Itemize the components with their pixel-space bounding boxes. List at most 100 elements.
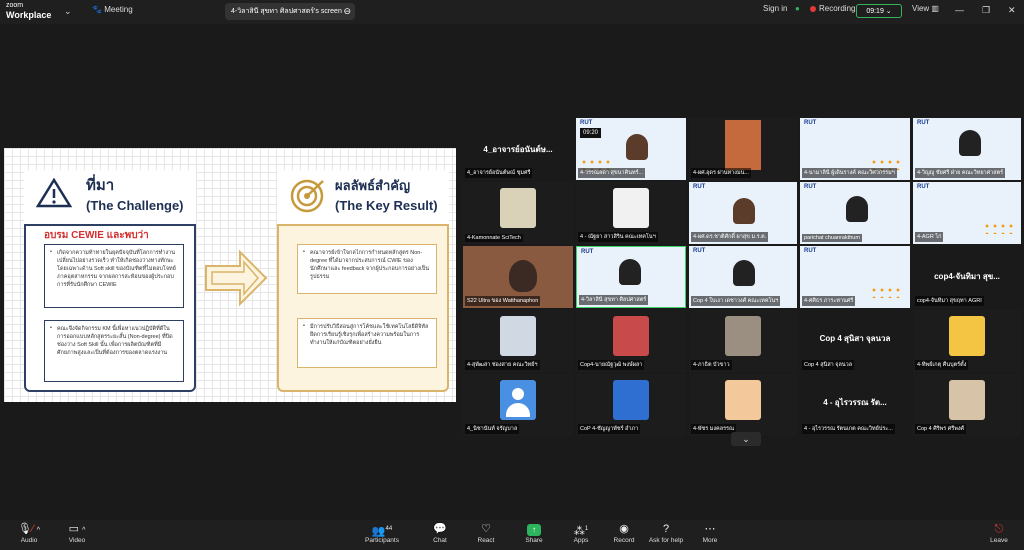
default-avatar-icon — [500, 380, 536, 420]
chat-label: Chat — [433, 537, 447, 544]
recording-dot-icon — [810, 5, 816, 12]
participant-photo — [500, 316, 536, 356]
challenge-header: ที่มา (The Challenge) — [24, 170, 196, 226]
participant-tile[interactable]: Cop 4 สุนิสา จุลนวล Cop 4 สุนิสา จุลนวล — [800, 310, 910, 372]
view-button[interactable]: View ▥ — [912, 4, 939, 13]
screen-share-tab[interactable]: 4-วิลาสินี สุขทา ศิลปศาสตร์'s screen ⊖ — [225, 3, 355, 20]
participant-name: 4-ผศ.ดร.ชาติศักดิ์ ผาสุข ม.ร.ต. — [691, 232, 769, 242]
rut-logo: RUT — [917, 120, 930, 126]
challenge-red-title: อบรม CEWIE และพบว่า — [44, 230, 149, 241]
recording-indicator[interactable]: Recording — [810, 4, 855, 13]
key-result-title-en: (The Key Result) — [335, 198, 438, 213]
participant-tile[interactable]: CoP 4-ชัญญาพัชร์ อำภา — [576, 374, 686, 436]
participant-tile[interactable]: 4_อาจารย์อนันต์ษ... 4_อาจารย์อนันต์ษณ์ ช… — [463, 118, 573, 180]
audio-button[interactable]: 🎙⁄ ^ Audio — [4, 522, 54, 544]
face-icon — [733, 198, 755, 224]
participant-photo — [613, 316, 649, 356]
paw-icon: 🐾 — [92, 5, 102, 14]
challenge-item-2: คณะจึงจัดกิจกรรม KM นี้เพื่อหาแนวปฏิบัติ… — [44, 320, 184, 382]
participant-video — [509, 260, 537, 292]
zoom-logo: zoom Workplace — [6, 2, 51, 20]
participant-photo — [500, 188, 536, 228]
participant-big-name: cop4-จันทิมา สุข... — [934, 272, 1000, 281]
participant-name: 4-นามาลินี ผู้เดินรางค์ คณะวิศวกรรมฯ — [802, 168, 897, 178]
right-arrow-icon — [205, 249, 268, 307]
screen-share-label: 4-วิลาสินี สุขทา ศิลปศาสตร์'s screen — [231, 8, 342, 15]
close-icon[interactable]: ✕ — [1008, 5, 1016, 16]
top-bar: zoom Workplace ⌄ 🐾 Meeting 4-วิลาสินี สุ… — [0, 0, 1024, 24]
brand-line1: zoom — [6, 2, 24, 9]
participant-tile[interactable]: cop4-จันทิมา สุข... cop4-จันทิมา สุขฤทา … — [913, 246, 1021, 308]
signin-button[interactable]: Sign in — [763, 4, 787, 13]
face-icon — [846, 196, 868, 222]
restore-icon[interactable]: ❐ — [982, 5, 990, 16]
participant-tile[interactable]: S22 Ultra ของ Watthanaphon — [463, 246, 573, 308]
chevron-down-icon[interactable]: ⌄ — [731, 432, 761, 446]
rut-logo: RUT — [804, 248, 817, 254]
face-icon — [959, 130, 981, 156]
key-result-item-2: มีการปรับวิธีสอนสู่การโค้ชและใช้เทคโนโลย… — [297, 318, 437, 368]
key-result-header: ผลลัพธ์สำคัญ (The Key Result) — [277, 170, 449, 226]
mic-muted-icon: 🎙⁄ ^ — [17, 523, 41, 535]
bottom-toolbar: 🎙⁄ ^ Audio ▭ ^ Video 👥44 Participants 💬 … — [0, 520, 1024, 550]
warning-icon — [35, 177, 73, 208]
chat-icon: 💬 — [433, 523, 447, 535]
participant-tile[interactable]: RUT parichat chuanrakthum — [800, 182, 910, 244]
participant-tile[interactable]: 4-Kamonnate SciTech — [463, 182, 573, 244]
participant-tile-active-speaker[interactable]: RUT 4-วิลาสินี สุขทา ศิลปศาสตร์ — [576, 246, 686, 308]
participant-tile[interactable]: RUT 09:20 4-วรรณลดา สุขนาคินทร์... — [576, 118, 686, 180]
participant-name: 4-ทิพย์เกตุ คืนบุตร์ตั้ง — [915, 360, 969, 370]
face-icon — [733, 260, 755, 286]
ask-for-help-label: Ask for help — [648, 537, 684, 544]
participant-tile[interactable]: RUT 4-ศศิธร ภาระทานศรี — [800, 246, 910, 308]
participant-tile[interactable]: RUT Cop 4 ใบเงา เดชาวงศ์ คณะเทคโนฯ — [689, 246, 797, 308]
more-options-icon[interactable]: ⊖ — [343, 6, 351, 17]
participant-tile[interactable]: RUT 4-ผศ.ดร.ชาติศักดิ์ ผาสุข ม.ร.ต. — [689, 182, 797, 244]
shield-check-icon[interactable]: ● — [795, 4, 800, 13]
apps-label: Apps — [573, 537, 589, 544]
leave-label: Leave — [990, 537, 1008, 544]
key-result-item-1: คณาจารย์เข้าใจกลไกการกำหนดหลักสูตร Non-d… — [297, 244, 437, 294]
share-label: Share — [525, 537, 543, 544]
participant-big-name: Cop 4 สุนิสา จุลนวล — [819, 334, 891, 343]
meeting-timer[interactable]: 09:19 ⌄ — [856, 4, 902, 18]
participant-tile[interactable]: Cop4-นายณัฐวุฒิ พงษ์ผลา — [576, 310, 686, 372]
participant-tile[interactable]: RUT 4-นามาลินี ผู้เดินรางค์ คณะวิศวกรรมฯ — [800, 118, 910, 180]
participants-count: 44 — [385, 526, 393, 532]
participant-tile[interactable]: 4-ผศ.อุดร ผ่านทางมน... — [689, 118, 797, 180]
participants-button[interactable]: 👥44 Participants — [357, 522, 407, 544]
participant-tile[interactable]: RUT 4-AGR ไก่ — [913, 182, 1021, 244]
leave-button[interactable]: ⎋ Leave — [974, 522, 1024, 544]
participant-photo — [613, 188, 649, 228]
participant-tile[interactable]: 4_นิชานันท์ จรัญบาล — [463, 374, 573, 436]
participant-name: 4 - ณัฐยา สาวสิริน คณะเทคโนฯ — [578, 232, 658, 242]
participant-tile[interactable]: RUT 4-วิญญู ชัยศรี ฝ่าย คณะวิทยาศาสตร์ — [913, 118, 1021, 180]
challenge-item-1: เกิดจากความท้าทายในยุคปัจจุบันที่โลกการท… — [44, 244, 184, 308]
participant-tile[interactable]: 4-ภาธิต บัวขาว — [689, 310, 797, 372]
brand-line2: Workplace — [6, 10, 52, 20]
participant-tile[interactable]: 4 - ณัฐยา สาวสิริน คณะเทคโนฯ — [576, 182, 686, 244]
camera-icon: ▭ ^ — [68, 523, 86, 535]
react-button[interactable]: ♡ React — [461, 522, 511, 544]
shared-slide: ที่มา (The Challenge) อบรม CEWIE และพบว่… — [4, 148, 456, 402]
participant-name: Cop 4 สุนิสา จุลนวล — [802, 360, 855, 370]
chat-button[interactable]: 💬 Chat — [415, 522, 465, 544]
participant-tile[interactable]: Cop 4 ศิริพร ศรีพงศ์ — [913, 374, 1021, 436]
react-label: React — [477, 537, 495, 544]
share-button[interactable]: ↑ Share — [509, 522, 559, 544]
video-button[interactable]: ▭ ^ Video — [52, 522, 102, 544]
participant-name: 4-ศศิธร ภาระทานศรี — [802, 296, 856, 306]
more-button[interactable]: ⋯ More — [685, 522, 735, 544]
participant-tile[interactable]: 4-พัชร มงคลรรณ — [689, 374, 797, 436]
more-icon: ⋯ — [704, 523, 716, 535]
participant-name: CoP 4-ชัญญาพัชร์ อำภา — [578, 424, 641, 434]
minimize-icon[interactable]: — — [955, 5, 964, 15]
participant-name: 4-Kamonnate SciTech — [465, 234, 523, 242]
participant-tile[interactable]: 4-ทิพย์เกตุ คืนบุตร์ตั้ง — [913, 310, 1021, 372]
ask-for-help-button[interactable]: ? Ask for help — [641, 522, 691, 544]
participant-tile[interactable]: 4-สุพัฒสา ช่องสาย คณะวิทย์ฯ — [463, 310, 573, 372]
chevron-down-icon[interactable]: ⌄ — [64, 6, 72, 17]
participant-name: 4-วิญญู ชัยศรี ฝ่าย คณะวิทยาศาสตร์ — [915, 168, 1006, 178]
meeting-menu[interactable]: 🐾 Meeting — [92, 5, 133, 14]
participant-tile[interactable]: 4 - อุไรวรรณ รัต... 4 - อุไรวรรณ รัตนเกต… — [800, 374, 910, 436]
